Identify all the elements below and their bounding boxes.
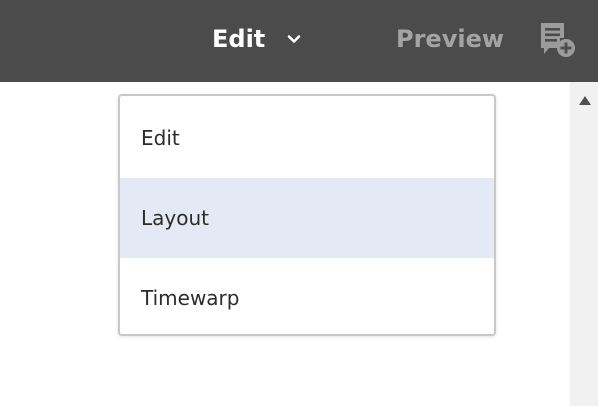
menu-item-layout[interactable]: Layout: [120, 178, 494, 258]
mode-selector[interactable]: Edit: [212, 18, 301, 60]
mode-selector-label: Edit: [212, 25, 266, 53]
annotate-button[interactable]: [539, 21, 579, 61]
vertical-scrollbar[interactable]: [570, 82, 598, 406]
annotate-icon: [541, 23, 575, 57]
mode-dropdown-menu: Edit Layout Timewarp: [118, 94, 496, 336]
chevron-down-icon: [287, 34, 301, 44]
menu-item-timewarp[interactable]: Timewarp: [120, 258, 494, 338]
top-toolbar: Edit Preview: [0, 0, 598, 82]
preview-button[interactable]: Preview: [396, 22, 504, 56]
menu-item-edit[interactable]: Edit: [120, 98, 494, 178]
scroll-up-arrow-icon[interactable]: [579, 96, 591, 105]
